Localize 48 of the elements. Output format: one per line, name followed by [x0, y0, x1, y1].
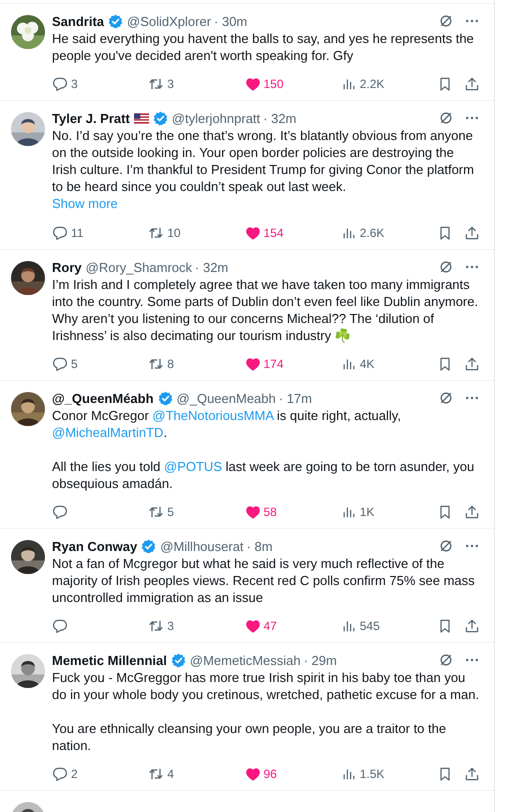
views-button[interactable]: 2.2K	[340, 76, 437, 92]
repost-button[interactable]: 10	[148, 225, 244, 241]
like-button[interactable]: 47	[244, 618, 341, 634]
repost-button[interactable]: 5	[148, 504, 244, 520]
repost-button[interactable]: 3	[148, 76, 244, 92]
post-time[interactable]: · 8m	[246, 538, 273, 554]
views-button[interactable]: 545	[340, 618, 437, 634]
like-button[interactable]: 174	[244, 356, 341, 372]
user-handle[interactable]: @SolidXplorer	[127, 14, 212, 28]
user-handle[interactable]: @tylerjohnpratt	[172, 110, 260, 126]
user-name[interactable]: @_QueenMéabh	[52, 390, 154, 406]
views-button[interactable]: 4K	[340, 356, 437, 372]
like-button[interactable]: 96	[244, 766, 341, 782]
like-button[interactable]: 58	[244, 504, 341, 520]
reply-button[interactable]: 5	[52, 356, 148, 372]
user-handle[interactable]: @Millhouserat	[160, 538, 244, 554]
user-handle[interactable]: @Rory_Shamrock	[86, 260, 192, 274]
post-text: He said everything you havent the balls to say, and yes he represents the people you've decided aren't worth speaking for. Gfy	[52, 30, 475, 64]
like-button[interactable]: 154	[244, 225, 341, 241]
user-name[interactable]: Tyler J. Pratt	[52, 110, 130, 126]
user-name[interactable]: Rory	[52, 260, 82, 274]
post-time[interactable]: · 32m	[263, 110, 296, 126]
post-text: I’m Irish and I completely agree that we have taken too many immigrants into the country. Some parts of Dublin don’t even feel like Dublin anymore. Why aren’t you listening to our concerns Micheal?? The ‘dilution of Irishness’ is also decimating our tourism industry ☘	[52, 276, 480, 344]
post-text: You are ethnically cleansing your own people, you are a traitor to the nation.	[52, 720, 448, 754]
user-name[interactable]: Memetic Millennial	[52, 652, 167, 668]
repost-button[interactable]: 3	[148, 618, 244, 634]
post-text: Conor McGregor @TheNotoriousMMA is quite right, actually, @MichealMartinTD.	[52, 407, 402, 441]
post-time[interactable]: · 17m	[278, 390, 312, 406]
post-text: All the lies you told @POTUS last week are going to be torn asunder, you obsequious amadán.	[52, 458, 476, 492]
user-handle[interactable]: @_QueenMeabh	[176, 390, 276, 406]
user-handle[interactable]: @MemeticMessiah	[190, 652, 301, 668]
post-text: Fuck you - McGreggor has more true Irish spirit in his baby toe than you do in your whole body you cretinous, wretched, pathetic excuse for a man.	[52, 669, 480, 703]
like-button[interactable]: 150	[244, 76, 341, 92]
user-name[interactable]: Sandrita	[52, 14, 104, 28]
reply-button[interactable]: 2	[52, 766, 148, 782]
post-time[interactable]: · 29m	[304, 652, 337, 668]
views-button[interactable]: 1K	[340, 504, 437, 520]
views-button[interactable]: 1.5K	[340, 766, 437, 782]
repost-button[interactable]: 8	[148, 356, 244, 372]
repost-button[interactable]: 4	[148, 766, 244, 782]
views-button[interactable]: 2.6K	[340, 225, 437, 241]
reply-button[interactable]: 3	[52, 76, 148, 92]
post-text: No. I’d say you’re the one that’s wrong. It’s blatantly obvious from anyone on the outside looking in. Your open border policies are destroying the Irish culture. I’m thankful to President Trump for giving Conor the platform to be heard since you couldn’t speak out last week.	[52, 127, 475, 195]
post-time[interactable]: · 32m	[195, 260, 228, 274]
post-time[interactable]: · 30m	[214, 14, 248, 28]
reply-button[interactable]: 11	[52, 225, 148, 241]
user-name[interactable]: Ryan Conway	[52, 538, 138, 554]
post-text: Not a fan of Mcgregor but what he said is very much reflective of the majority of Irish peoples views. Recent red C polls confirm 75% see mass uncontrolled immigration as an issue	[52, 555, 476, 606]
